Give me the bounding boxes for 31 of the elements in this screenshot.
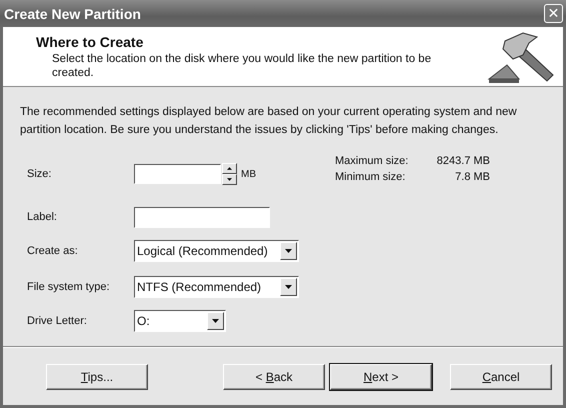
dropdown[interactable]: NTFS (Recommended) bbox=[134, 276, 299, 298]
limit-label: Maximum size: bbox=[335, 155, 410, 167]
field-label: Size: bbox=[26, 168, 52, 180]
page-description: Select the location on the disk where you would like the new partition to be created. bbox=[52, 52, 432, 80]
dialog-button[interactable]: < Back bbox=[223, 364, 325, 390]
dialog-button[interactable]: Next > bbox=[330, 364, 432, 390]
window-title: Create New Partition bbox=[4, 6, 141, 22]
dropdown-arrow-icon bbox=[212, 319, 219, 323]
field-label: Drive Letter: bbox=[26, 315, 88, 327]
size-input[interactable] bbox=[134, 164, 221, 184]
spin-down-button[interactable] bbox=[222, 174, 237, 185]
limit-value: 8243.7 MB bbox=[436, 155, 490, 167]
dropdown-arrow-icon bbox=[285, 249, 292, 253]
field-label: Label: bbox=[26, 211, 58, 223]
dropdown-arrow-icon bbox=[285, 285, 292, 289]
unit-label: MB bbox=[241, 168, 256, 180]
spin-up-button[interactable] bbox=[222, 163, 237, 174]
page-heading: Where to Create bbox=[36, 34, 144, 50]
up-arrow-icon bbox=[227, 167, 232, 170]
dialog-button[interactable]: Tips... bbox=[46, 364, 148, 390]
dropdown[interactable]: O: bbox=[134, 310, 226, 332]
dropdown[interactable]: Logical (Recommended) bbox=[134, 240, 299, 262]
intro-text: The recommended settings displayed below are based on your current operating system and new partition location. Be sure you understand the issues by clicking 'Tips' before making changes. bbox=[20, 105, 518, 138]
limit-label: Minimum size: bbox=[335, 171, 406, 183]
field-label: File system type: bbox=[26, 281, 111, 293]
field-label: Create as: bbox=[26, 245, 79, 257]
label-input[interactable] bbox=[134, 206, 270, 228]
limit-value: 7.8 MB bbox=[454, 171, 490, 183]
dialog-button[interactable]: Cancel bbox=[450, 364, 552, 390]
down-arrow-icon bbox=[227, 178, 232, 181]
close-button[interactable]: ✕ bbox=[544, 4, 563, 23]
